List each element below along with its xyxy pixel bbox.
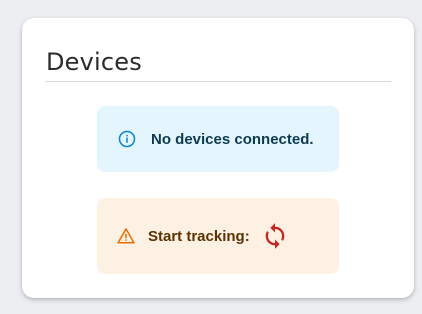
title-divider [46, 81, 391, 82]
no-devices-message: No devices connected. [151, 130, 314, 148]
devices-card: Devices No devices connected. Start trac… [22, 18, 414, 298]
start-tracking-label: Start tracking: [148, 227, 250, 245]
start-tracking-alert: Start tracking: [97, 198, 339, 274]
start-tracking-button[interactable] [260, 221, 290, 251]
warning-icon [117, 227, 135, 245]
info-icon [118, 130, 136, 148]
no-devices-alert: No devices connected. [97, 106, 339, 172]
card-title: Devices [46, 48, 142, 76]
sync-icon [265, 223, 285, 249]
